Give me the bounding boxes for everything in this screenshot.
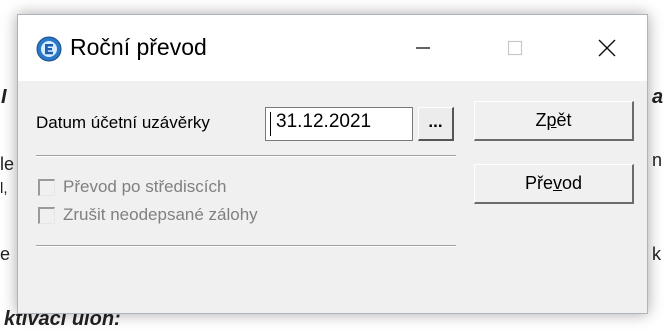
button-label-part: od: [561, 173, 583, 193]
text-caret: [270, 112, 271, 136]
checkbox-label: Zrušit neodepsané zálohy: [63, 205, 258, 224]
background-text-fragment: a: [652, 86, 664, 108]
minimize-icon: [416, 47, 430, 49]
minimize-button[interactable]: [377, 15, 469, 81]
button-label-part: Z: [535, 110, 547, 130]
background-text-fragment: le: [0, 154, 15, 174]
button-label-part: Pře: [524, 173, 553, 193]
browse-date-button[interactable]: ...: [418, 107, 454, 141]
background-text-fragment: e: [0, 244, 11, 264]
separator-line: [36, 245, 456, 247]
background-text-fragment: l,: [0, 180, 8, 197]
transfer-button[interactable]: Pře v od: [474, 164, 634, 204]
transfer-by-centers-checkbox[interactable]: [38, 178, 55, 196]
app-logo-icon: [36, 36, 62, 62]
checkbox-row-advances[interactable]: Zrušit neodepsané zálohy: [38, 205, 258, 225]
button-mnemonic: v: [552, 173, 562, 193]
close-button[interactable]: [561, 15, 653, 81]
button-mnemonic: p: [546, 110, 557, 130]
closing-date-input[interactable]: 31.12.2021: [265, 107, 413, 141]
title-bar[interactable]: Roční převod: [18, 15, 647, 81]
checkbox-row-centers[interactable]: Převod po střediscích: [38, 177, 226, 197]
date-label: Datum účetní uzávěrky: [36, 113, 210, 132]
background-text-fragment: n: [652, 150, 663, 170]
annual-transfer-dialog: Roční převod Datum účetní uzávěrky 31.12…: [17, 14, 648, 314]
checkbox-label: Převod po střediscích: [63, 177, 227, 196]
close-icon: [598, 39, 616, 57]
maximize-icon: [507, 40, 523, 56]
separator-line: [36, 155, 456, 157]
button-label-part: ět: [556, 110, 572, 130]
background-text-fragment: k: [652, 244, 661, 264]
window-title: Roční převod: [70, 34, 207, 60]
maximize-button[interactable]: [469, 15, 561, 81]
back-button[interactable]: Zp ět: [474, 101, 634, 141]
cancel-advances-checkbox[interactable]: [38, 206, 55, 224]
background-text-fragment: I: [1, 86, 7, 108]
